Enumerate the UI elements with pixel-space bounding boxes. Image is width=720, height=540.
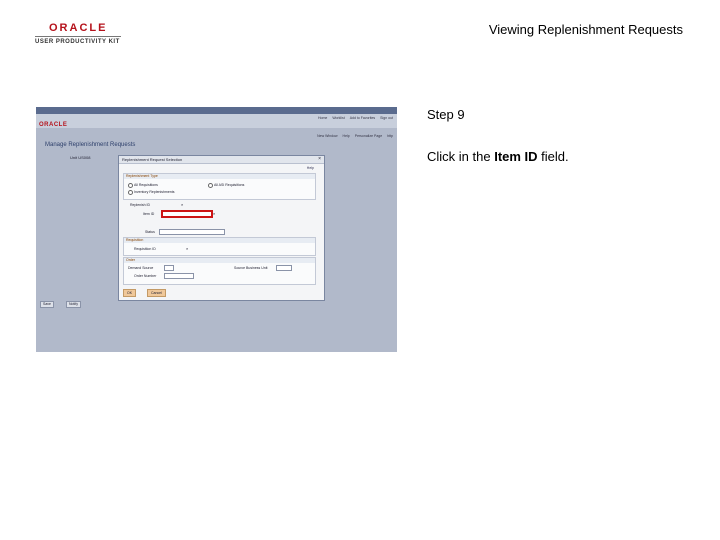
- page-heading: Manage Replenishment Requests: [45, 142, 136, 148]
- instruction-text-after: field.: [537, 149, 569, 164]
- link-new-window[interactable]: New Window: [317, 134, 337, 138]
- status-label: Status: [145, 230, 155, 234]
- app-logo: ORACLE: [39, 122, 68, 128]
- modal-title: Replenishment Request Selection: [122, 157, 183, 162]
- link-help[interactable]: Help: [343, 134, 350, 138]
- selection-modal: Replenishment Request Selection × Help R…: [118, 155, 325, 301]
- oracle-upk-logo: ORACLE USER PRODUCTIVITY KIT: [35, 22, 125, 45]
- section-header: Replenishment Type: [124, 174, 315, 179]
- label-inventory-replenishments: Inventory Replenishments: [134, 190, 175, 194]
- unit-value: US008: [78, 155, 91, 160]
- app-menu-bar: Favorites Main Menu Inventory Replenish …: [36, 107, 397, 121]
- link-sign-out[interactable]: Sign out: [380, 116, 393, 120]
- instruction-field-name: Item ID: [494, 149, 538, 164]
- status-select[interactable]: [159, 229, 225, 235]
- link-personalize[interactable]: Personalize Page: [355, 134, 382, 138]
- slide-title: Viewing Replenishment Requests: [488, 22, 683, 37]
- radio-inventory-replenishments[interactable]: [128, 190, 133, 195]
- demand-source-input[interactable]: [164, 265, 174, 271]
- label-all-asi-requisitions: All ASI Requisitions: [214, 183, 245, 187]
- notify-button[interactable]: Notify: [66, 301, 81, 308]
- link-add-favorites[interactable]: Add to Favorites: [350, 116, 375, 120]
- label-all-requisitions: All Requisitions: [134, 183, 158, 187]
- link-http[interactable]: http: [387, 134, 393, 138]
- application-screenshot: Favorites Main Menu Inventory Replenish …: [36, 107, 397, 352]
- modal-help-link[interactable]: Help: [307, 166, 314, 170]
- logo-product: USER PRODUCTIVITY KIT: [35, 39, 120, 45]
- item-id-input[interactable]: [161, 210, 213, 218]
- order-number-input[interactable]: [164, 273, 194, 279]
- modal-titlebar: Replenishment Request Selection ×: [119, 156, 324, 164]
- item-id-label: Item ID: [143, 212, 155, 216]
- cancel-button[interactable]: Cancel: [147, 289, 166, 297]
- unit-label: Unit: [70, 155, 78, 160]
- logo-brand: ORACLE: [49, 22, 108, 34]
- close-icon[interactable]: ×: [318, 156, 321, 163]
- source-business-unit-input[interactable]: [276, 265, 292, 271]
- save-button[interactable]: Save: [40, 301, 54, 308]
- radio-all-asi-requisitions[interactable]: [208, 183, 213, 188]
- radio-all-requisitions[interactable]: [128, 183, 133, 188]
- link-home[interactable]: Home: [318, 116, 327, 120]
- link-worklist[interactable]: Worklist: [332, 116, 344, 120]
- logo-divider: [35, 36, 121, 37]
- requisition-section: Requisition Requisition ID ⌕: [123, 237, 316, 256]
- section-header: Requisition: [124, 238, 315, 243]
- step-instruction: Click in the Item ID field.: [427, 149, 569, 164]
- replenishment-type-section: Replenishment Type All Requisitions All …: [123, 173, 316, 200]
- order-number-label: Order Number: [134, 274, 157, 278]
- ok-button[interactable]: OK: [123, 289, 137, 297]
- instruction-text-before: Click in the: [427, 149, 495, 164]
- replenish-id-label: Replenish ID: [130, 203, 151, 207]
- header-links: Home Worklist Add to Favorites Sign out: [314, 116, 393, 120]
- requisition-lookup-icon[interactable]: ⌕: [186, 246, 188, 251]
- requisition-id-label: Requisition ID: [134, 247, 156, 251]
- replenish-id-lookup-icon[interactable]: ⌕: [181, 202, 183, 207]
- item-id-lookup-icon[interactable]: ⌕: [213, 211, 215, 216]
- demand-source-label: Demand Source: [128, 266, 154, 270]
- section-header: Order: [124, 258, 315, 263]
- unit-row: Unit US008: [70, 155, 90, 160]
- step-title: Step 9: [427, 107, 465, 122]
- page-utility-links: New Window Help Personalize Page http: [313, 134, 393, 138]
- order-section: Order Demand Source Source Business Unit…: [123, 257, 316, 285]
- source-business-unit-label: Source Business Unit: [234, 266, 268, 270]
